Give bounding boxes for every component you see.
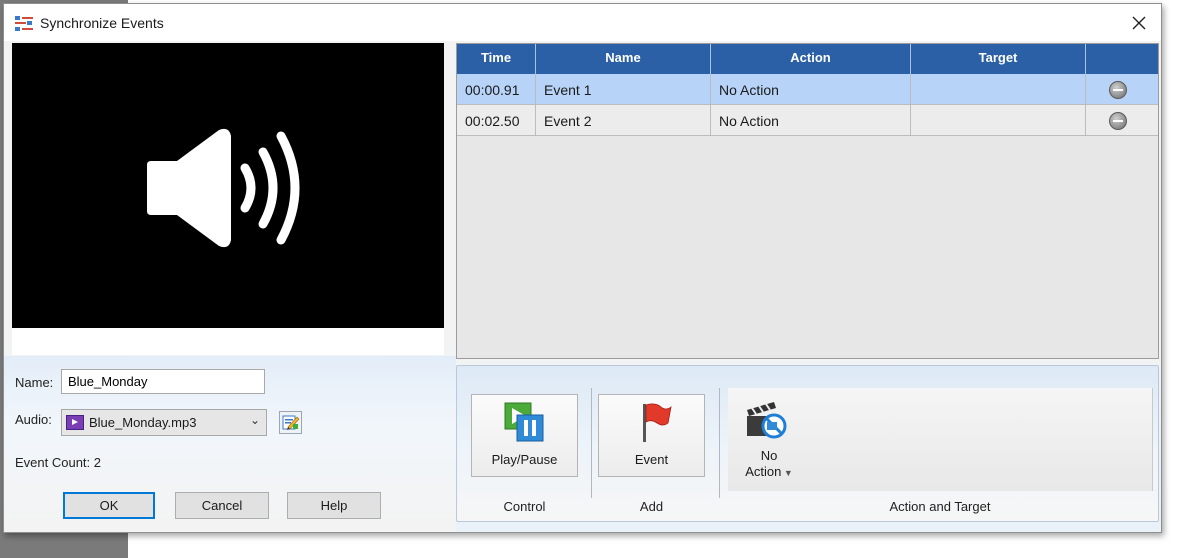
audio-select[interactable]: Blue_Monday.mp3 ⌄ [61, 409, 267, 436]
media-preview [12, 43, 444, 355]
group-label-control: Control [503, 499, 546, 514]
column-header-remove [1086, 44, 1158, 74]
column-header-name[interactable]: Name [536, 44, 711, 74]
ribbon-separator [719, 388, 720, 498]
cell-target[interactable] [911, 105, 1086, 135]
remove-icon[interactable] [1109, 81, 1127, 99]
no-action-line1: No [760, 448, 778, 463]
dialog-content: Name: Audio: Blue_Monday.mp3 ⌄ Event Cou… [4, 41, 1161, 532]
remove-icon[interactable] [1109, 112, 1127, 130]
name-label: Name: [15, 375, 54, 390]
play-pause-button[interactable]: Play/Pause [471, 394, 578, 477]
cell-name[interactable]: Event 2 [536, 105, 711, 135]
event-count: Event Count: 2 [15, 455, 101, 470]
column-header-action[interactable]: Action [711, 44, 911, 74]
edit-audio-button[interactable] [279, 411, 302, 434]
column-header-time[interactable]: Time [457, 44, 536, 74]
flag-icon [643, 403, 672, 442]
chevron-down-icon: ⌄ [249, 413, 260, 427]
mp3-file-icon [66, 415, 84, 430]
no-action-dropdown[interactable]: No Action ▼ [742, 448, 796, 481]
action-target-area: No Action ▼ [728, 388, 1153, 491]
play-pause-label: Play/Pause [491, 452, 558, 467]
app-icon [14, 13, 34, 33]
help-button[interactable]: Help [287, 492, 381, 519]
table-row[interactable]: 00:02.50 Event 2 No Action [457, 105, 1158, 136]
play-pause-icon [504, 402, 544, 442]
clapper-no-action-icon [747, 402, 787, 439]
audio-select-value: Blue_Monday.mp3 [89, 415, 197, 430]
ok-button[interactable]: OK [63, 492, 155, 519]
preview-screen [12, 43, 444, 328]
table-row[interactable]: 00:00.91 Event 1 No Action [457, 74, 1158, 105]
no-action-line2: Action [745, 464, 782, 479]
events-table: Time Name Action Target 00:00.91 Event 1… [456, 43, 1159, 359]
name-input[interactable] [61, 369, 265, 394]
close-button[interactable] [1117, 4, 1161, 41]
synchronize-events-dialog: Synchronize Events Name: Audio: Blu [3, 3, 1162, 533]
dropdown-arrow-icon: ▼ [781, 468, 793, 478]
ribbon-separator [591, 388, 592, 498]
cancel-button[interactable]: Cancel [175, 492, 269, 519]
column-header-target[interactable]: Target [911, 44, 1086, 74]
cell-time[interactable]: 00:02.50 [457, 105, 536, 135]
group-label-add: Add [639, 499, 664, 514]
close-icon [1132, 16, 1146, 29]
audio-label: Audio: [15, 412, 52, 427]
edit-icon [282, 415, 300, 430]
add-event-button[interactable]: Event [598, 394, 705, 477]
title-bar: Synchronize Events [4, 4, 1161, 41]
table-header: Time Name Action Target [457, 44, 1158, 74]
cell-time[interactable]: 00:00.91 [457, 74, 536, 104]
speaker-icon [147, 128, 300, 248]
event-label: Event [634, 452, 669, 467]
cell-name[interactable]: Event 1 [536, 74, 711, 104]
cell-target[interactable] [911, 74, 1086, 104]
window-title: Synchronize Events [40, 15, 164, 31]
cell-action[interactable]: No Action [711, 105, 911, 135]
cell-action[interactable]: No Action [711, 74, 911, 104]
ribbon-toolbar: Play/Pause Control Event Add No Action ▼… [456, 365, 1159, 522]
group-label-action-target: Action and Target [889, 499, 991, 514]
